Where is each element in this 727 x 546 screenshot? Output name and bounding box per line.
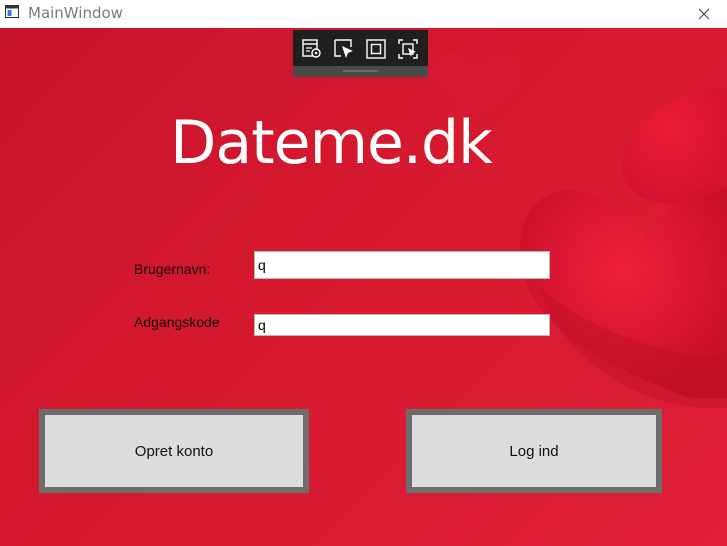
password-label: Adgangskode (134, 314, 220, 330)
display-layout-adorners-icon[interactable] (365, 38, 387, 60)
create-account-label: Opret konto (134, 442, 214, 460)
window-title: MainWindow (28, 4, 123, 22)
username-input[interactable] (254, 251, 550, 279)
app-heading: Dateme.dk (170, 108, 493, 178)
track-focus-icon[interactable] (397, 38, 419, 60)
title-bar: MainWindow (0, 0, 727, 28)
window-app-icon (5, 5, 19, 18)
toolbar-grip[interactable] (293, 66, 428, 77)
close-icon (698, 8, 710, 20)
main-window-content: Dateme.dk Brugernavn: Adgangskode Opret … (0, 28, 727, 546)
debug-toolbar (293, 30, 428, 77)
select-element-icon[interactable] (333, 38, 355, 60)
login-label: Log ind (509, 442, 559, 460)
create-account-button[interactable]: Opret konto (39, 409, 309, 493)
live-visual-tree-icon[interactable] (301, 38, 323, 60)
password-input[interactable] (254, 314, 550, 336)
username-label: Brugernavn: (134, 261, 211, 277)
login-button[interactable]: Log ind (406, 409, 662, 493)
close-button[interactable] (681, 0, 727, 28)
